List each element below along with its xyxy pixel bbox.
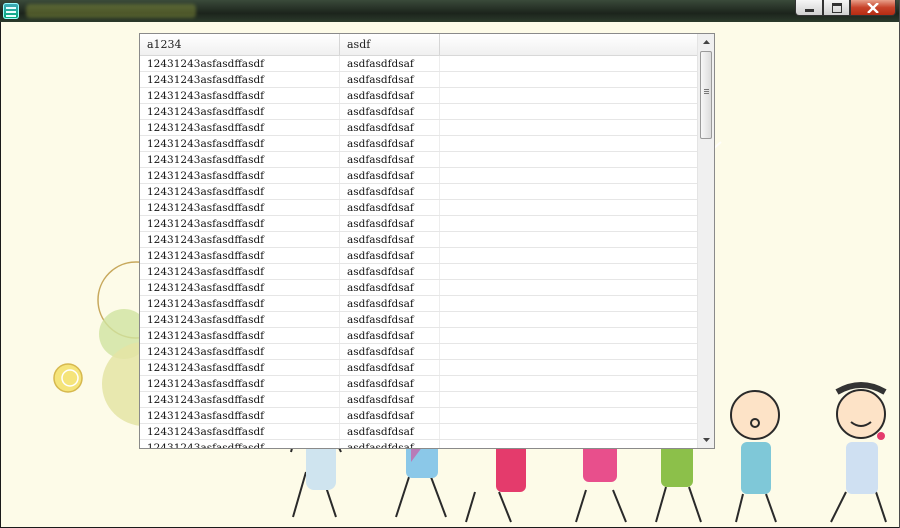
- table-cell: 12431243asfasdffasdf: [140, 56, 340, 71]
- table-cell: 12431243asfasdffasdf: [140, 88, 340, 103]
- table-row[interactable]: 12431243asfasdffasdf asdfasdfdsaf: [140, 312, 698, 328]
- table-row[interactable]: 12431243asfasdffasdf asdfasdfdsaf: [140, 360, 698, 376]
- table-cell: asdfasdfdsaf: [340, 248, 440, 263]
- table-cell: 12431243asfasdffasdf: [140, 392, 340, 407]
- table-row[interactable]: 12431243asfasdffasdf asdfasdfdsaf: [140, 184, 698, 200]
- table-cell: 12431243asfasdffasdf: [140, 232, 340, 247]
- table-row[interactable]: 12431243asfasdffasdf asdfasdfdsaf: [140, 136, 698, 152]
- table-row[interactable]: 12431243asfasdffasdf asdfasdfdsaf: [140, 104, 698, 120]
- maximize-icon: [831, 2, 842, 13]
- app-window: a1234 asdf 12431243asfasdffasdf asdfasdfd…: [0, 0, 900, 528]
- table-cell: asdfasdfdsaf: [340, 72, 440, 87]
- table-row[interactable]: 12431243asfasdffasdf asdfasdfdsaf: [140, 248, 698, 264]
- table-cell: asdfasdfdsaf: [340, 88, 440, 103]
- table-cell: 12431243asfasdffasdf: [140, 200, 340, 215]
- table-row[interactable]: 12431243asfasdffasdf asdfasdfdsaf: [140, 440, 698, 448]
- table-cell: 12431243asfasdffasdf: [140, 72, 340, 87]
- table-cell: asdfasdfdsaf: [340, 120, 440, 135]
- table-cell: asdfasdfdsaf: [340, 200, 440, 215]
- table-row[interactable]: 12431243asfasdffasdf asdfasdfdsaf: [140, 56, 698, 72]
- table-cell: asdfasdfdsaf: [340, 312, 440, 327]
- table-row[interactable]: 12431243asfasdffasdf asdfasdfdsaf: [140, 376, 698, 392]
- table-cell: asdfasdfdsaf: [340, 264, 440, 279]
- scroll-down-arrow-icon: [703, 438, 710, 442]
- window-title: [26, 4, 196, 18]
- table-cell: asdfasdfdsaf: [340, 280, 440, 295]
- table-row[interactable]: 12431243asfasdffasdf asdfasdfdsaf: [140, 200, 698, 216]
- table-cell: 12431243asfasdffasdf: [140, 216, 340, 231]
- table-cell: asdfasdfdsaf: [340, 344, 440, 359]
- maximize-button[interactable]: [823, 0, 850, 16]
- scroll-up-arrow-icon: [703, 40, 710, 44]
- table-cell: 12431243asfasdffasdf: [140, 168, 340, 183]
- table-row[interactable]: 12431243asfasdffasdf asdfasdfdsaf: [140, 168, 698, 184]
- close-icon: [867, 2, 879, 13]
- table-row[interactable]: 12431243asfasdffasdf asdfasdfdsaf: [140, 120, 698, 136]
- scroll-up-button[interactable]: [699, 34, 714, 50]
- client-area: a1234 asdf 12431243asfasdffasdf asdfasdfd…: [1, 22, 899, 527]
- table-cell: 12431243asfasdffasdf: [140, 360, 340, 375]
- table-cell: asdfasdfdsaf: [340, 424, 440, 439]
- table-cell: asdfasdfdsaf: [340, 408, 440, 423]
- table-row[interactable]: 12431243asfasdffasdf asdfasdfdsaf: [140, 232, 698, 248]
- table-row[interactable]: 12431243asfasdffasdf asdfasdfdsaf: [140, 280, 698, 296]
- table-row[interactable]: 12431243asfasdffasdf asdfasdfdsaf: [140, 328, 698, 344]
- table-cell: 12431243asfasdffasdf: [140, 136, 340, 151]
- column-header-asdf[interactable]: asdf: [340, 34, 440, 55]
- table-cell: 12431243asfasdffasdf: [140, 296, 340, 311]
- data-grid[interactable]: a1234 asdf 12431243asfasdffasdf asdfasdfd…: [139, 33, 715, 449]
- table-row[interactable]: 12431243asfasdffasdf asdfasdfdsaf: [140, 264, 698, 280]
- minimize-button[interactable]: [795, 0, 823, 16]
- table-cell: 12431243asfasdffasdf: [140, 120, 340, 135]
- table-cell: asdfasdfdsaf: [340, 392, 440, 407]
- table-cell: asdfasdfdsaf: [340, 56, 440, 71]
- table-cell: 12431243asfasdffasdf: [140, 104, 340, 119]
- table-cell: 12431243asfasdffasdf: [140, 312, 340, 327]
- table-row[interactable]: 12431243asfasdffasdf asdfasdfdsaf: [140, 152, 698, 168]
- table-row[interactable]: 12431243asfasdffasdf asdfasdfdsaf: [140, 344, 698, 360]
- table-cell: asdfasdfdsaf: [340, 152, 440, 167]
- app-icon[interactable]: [3, 3, 19, 19]
- vertical-scrollbar[interactable]: [697, 34, 714, 448]
- table-cell: asdfasdfdsaf: [340, 360, 440, 375]
- table-cell: 12431243asfasdffasdf: [140, 376, 340, 391]
- table-row[interactable]: 12431243asfasdffasdf asdfasdfdsaf: [140, 296, 698, 312]
- table-cell: 12431243asfasdffasdf: [140, 408, 340, 423]
- table-cell: 12431243asfasdffasdf: [140, 280, 340, 295]
- table-row[interactable]: 12431243asfasdffasdf asdfasdfdsaf: [140, 424, 698, 440]
- grid-body: 12431243asfasdffasdf asdfasdfdsaf 12431243…: [140, 56, 698, 448]
- column-header-a1234[interactable]: a1234: [140, 34, 340, 55]
- table-cell: 12431243asfasdffasdf: [140, 440, 340, 448]
- table-cell: asdfasdfdsaf: [340, 136, 440, 151]
- table-row[interactable]: 12431243asfasdffasdf asdfasdfdsaf: [140, 392, 698, 408]
- table-cell: asdfasdfdsaf: [340, 376, 440, 391]
- table-cell: 12431243asfasdffasdf: [140, 424, 340, 439]
- table-cell: asdfasdfdsaf: [340, 440, 440, 448]
- table-row[interactable]: 12431243asfasdffasdf asdfasdfdsaf: [140, 216, 698, 232]
- table-row[interactable]: 12431243asfasdffasdf asdfasdfdsaf: [140, 72, 698, 88]
- table-row[interactable]: 12431243asfasdffasdf asdfasdfdsaf: [140, 408, 698, 424]
- title-bar[interactable]: [0, 0, 900, 22]
- table-cell: asdfasdfdsaf: [340, 216, 440, 231]
- table-cell: 12431243asfasdffasdf: [140, 328, 340, 343]
- table-cell: asdfasdfdsaf: [340, 104, 440, 119]
- table-cell: asdfasdfdsaf: [340, 232, 440, 247]
- table-cell: asdfasdfdsaf: [340, 296, 440, 311]
- table-cell: 12431243asfasdffasdf: [140, 248, 340, 263]
- table-cell: asdfasdfdsaf: [340, 328, 440, 343]
- table-cell: 12431243asfasdffasdf: [140, 152, 340, 167]
- scroll-down-button[interactable]: [699, 432, 714, 448]
- close-button[interactable]: [850, 0, 896, 16]
- minimize-icon: [804, 9, 814, 12]
- table-row[interactable]: 12431243asfasdffasdf asdfasdfdsaf: [140, 88, 698, 104]
- table-cell: asdfasdfdsaf: [340, 168, 440, 183]
- table-cell: 12431243asfasdffasdf: [140, 264, 340, 279]
- table-cell: 12431243asfasdffasdf: [140, 184, 340, 199]
- scrollbar-thumb[interactable]: [700, 51, 712, 139]
- grid-header: a1234 asdf: [140, 34, 698, 56]
- table-cell: 12431243asfasdffasdf: [140, 344, 340, 359]
- table-cell: asdfasdfdsaf: [340, 184, 440, 199]
